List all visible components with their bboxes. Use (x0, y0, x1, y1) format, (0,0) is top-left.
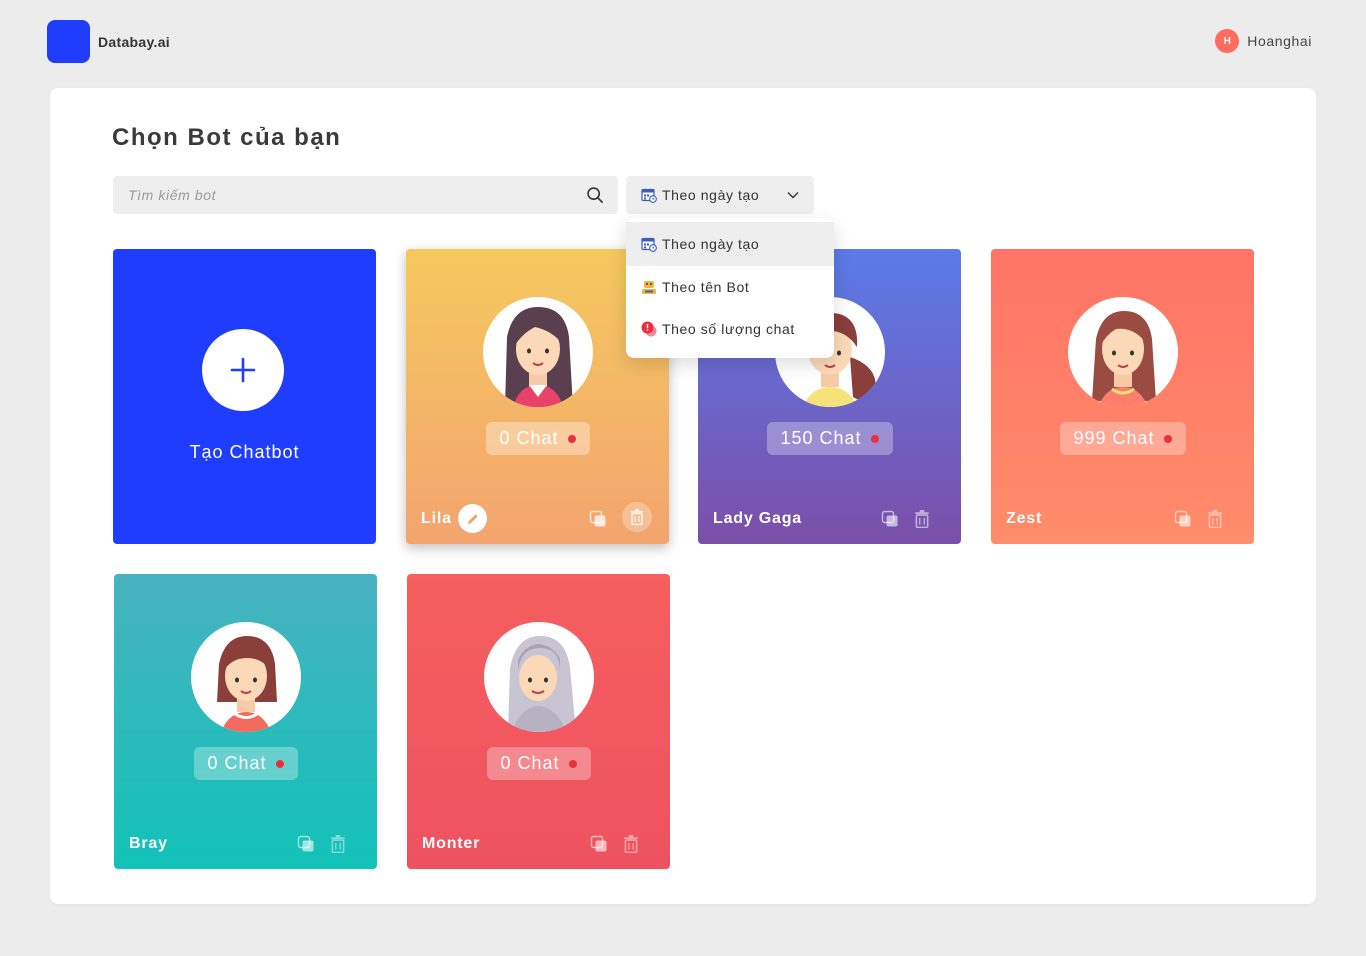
status-dot (1163, 434, 1172, 443)
copy-icon[interactable] (1174, 510, 1192, 528)
chat-count-badge: 999 Chat (1059, 422, 1186, 455)
bot-name: Zest (1006, 510, 1043, 527)
trash-icon (631, 509, 643, 525)
search-box (113, 176, 618, 214)
bot-card-monter[interactable]: 0 Chat Monter (407, 574, 670, 869)
girl-avatar-illustration (217, 636, 277, 732)
sort-option-label: Theo tên Bot (662, 279, 750, 295)
create-chatbot-label: Tạo Chatbot (189, 442, 300, 462)
copy-icon[interactable] (589, 510, 607, 528)
status-dot (870, 434, 879, 443)
girl-avatar-illustration (1092, 311, 1156, 407)
status-dot (567, 434, 576, 443)
trash-icon[interactable] (1206, 510, 1224, 528)
calendar-icon (641, 237, 657, 252)
chat-count-badge: 150 Chat (766, 422, 893, 455)
logo-mark (47, 20, 90, 63)
girl-avatar-illustration (508, 636, 576, 732)
edit-button[interactable] (458, 504, 487, 533)
page-title: Chọn Bot của bạn (112, 124, 342, 151)
copy-icon[interactable] (881, 510, 899, 528)
chat-count-badge: 0 Chat (193, 747, 298, 780)
user-menu[interactable]: H Hoanghai (1215, 29, 1312, 53)
chat-count-label: 0 Chat (207, 753, 267, 773)
plus-icon (230, 357, 256, 383)
bot-avatar (484, 622, 594, 732)
user-avatar: H (1215, 29, 1240, 53)
bot-avatar (191, 622, 301, 732)
bot-name: Bray (129, 835, 168, 852)
chat-count-badge: 0 Chat (486, 747, 591, 780)
user-name: Hoanghai (1247, 33, 1312, 49)
search-input[interactable] (113, 176, 618, 214)
girl-avatar-illustration (505, 307, 573, 407)
trash-icon[interactable] (622, 835, 640, 853)
chevron-down-icon (787, 192, 799, 199)
bot-name: Lady Gaga (713, 510, 803, 527)
copy-icon[interactable] (297, 835, 315, 853)
pencil-icon (467, 513, 478, 524)
status-dot (275, 759, 284, 768)
sort-option-label: Theo ngày tạo (662, 236, 760, 252)
brand-name: Databay.ai (98, 33, 170, 50)
sort-option-date[interactable]: Theo ngày tạo (626, 222, 834, 266)
bot-card-bray[interactable]: 0 Chat Bray (114, 574, 377, 869)
bot-card-zest[interactable]: 999 Chat Zest (991, 249, 1254, 544)
chat-count-label: 0 Chat (500, 753, 560, 773)
delete-button[interactable] (622, 502, 652, 532)
chat-bubble-icon (641, 321, 657, 337)
sort-menu: Theo ngày tạo Theo tên Bot Theo số lượng… (626, 218, 834, 358)
bot-selection-panel: Chọn Bot của bạn Theo ngày tạo (50, 88, 1316, 904)
copy-icon[interactable] (590, 835, 608, 853)
bot-name: Monter (422, 835, 481, 852)
create-chatbot-card[interactable]: Tạo Chatbot (113, 249, 376, 544)
chat-count-label: 0 Chat (499, 428, 559, 448)
sort-option-label: Theo số lượng chat (662, 321, 795, 337)
sort-dropdown[interactable]: Theo ngày tạo (626, 176, 814, 214)
sort-option-chat-count[interactable]: Theo số lượng chat (626, 308, 834, 350)
sort-option-name[interactable]: Theo tên Bot (626, 266, 834, 308)
brand-logo[interactable]: Databay.ai (47, 20, 170, 63)
status-dot (568, 759, 577, 768)
bot-name: Lila (421, 510, 452, 527)
add-bot-button[interactable] (202, 329, 284, 411)
bot-icon (642, 281, 656, 294)
search-icon[interactable] (586, 186, 604, 204)
bot-avatar (1068, 297, 1178, 407)
chat-count-label: 150 Chat (780, 428, 862, 448)
trash-icon[interactable] (329, 835, 347, 853)
bot-avatar (483, 297, 593, 407)
trash-icon[interactable] (913, 510, 931, 528)
chat-count-label: 999 Chat (1073, 428, 1155, 448)
sort-selected-label: Theo ngày tạo (662, 187, 760, 203)
chat-count-badge: 0 Chat (485, 422, 590, 455)
calendar-icon (641, 188, 657, 203)
